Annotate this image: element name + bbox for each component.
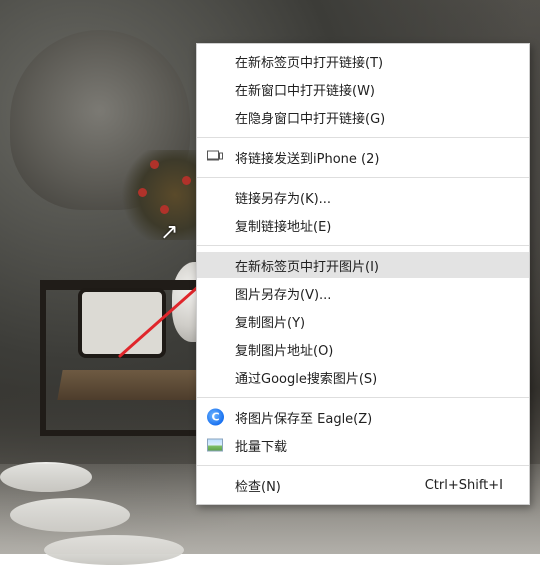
menu-item[interactable]: 复制链接地址(E) — [197, 212, 529, 238]
menu-item-label: 在隐身窗口中打开链接(G) — [235, 111, 386, 127]
menu-item[interactable]: 在新标签页中打开链接(T) — [197, 48, 529, 74]
menu-separator — [197, 137, 529, 138]
menu-item-label: 将图片保存至 Eagle(Z) — [235, 411, 373, 427]
menu-item-label: 批量下载 — [235, 439, 288, 455]
menu-item[interactable]: 复制图片(Y) — [197, 308, 529, 334]
menu-separator — [197, 465, 529, 466]
menu-item-label: 复制图片地址(O) — [235, 343, 334, 359]
menu-item-label: 将链接发送到iPhone (2) — [235, 151, 380, 167]
menu-item-label: 检查(N) — [235, 479, 281, 495]
menu-item[interactable]: C 将图片保存至 Eagle(Z) — [197, 404, 529, 430]
menu-item-shortcut: Ctrl+Shift+I — [424, 477, 503, 493]
menu-item[interactable]: 链接另存为(K)... — [197, 184, 529, 210]
menu-item[interactable]: 在新标签页中打开图片(I) — [197, 252, 529, 278]
menu-item-label: 图片另存为(V)... — [235, 287, 332, 303]
menu-item-label: 复制链接地址(E) — [235, 219, 332, 235]
menu-separator — [197, 397, 529, 398]
send-to-device-icon — [207, 150, 223, 165]
menu-separator — [197, 177, 529, 178]
image-download-icon — [207, 438, 223, 452]
menu-item[interactable]: 将链接发送到iPhone (2) — [197, 144, 529, 170]
menu-item[interactable]: 检查(N) Ctrl+Shift+I — [197, 472, 529, 498]
menu-item[interactable]: 通过Google搜索图片(S) — [197, 364, 529, 390]
menu-item-label: 复制图片(Y) — [235, 315, 306, 331]
context-menu: 在新标签页中打开链接(T) 在新窗口中打开链接(W) 在隐身窗口中打开链接(G) 将链… — [196, 43, 530, 505]
menu-separator — [197, 245, 529, 246]
menu-item[interactable]: 在隐身窗口中打开链接(G) — [197, 104, 529, 130]
menu-item[interactable]: 复制图片地址(O) — [197, 336, 529, 362]
menu-item[interactable]: 批量下载 — [197, 432, 529, 458]
menu-item-label: 通过Google搜索图片(S) — [235, 371, 378, 387]
menu-item-label: 在新标签页中打开图片(I) — [235, 259, 379, 275]
menu-item-label: 链接另存为(K)... — [235, 191, 332, 207]
eagle-icon: C — [207, 408, 224, 426]
menu-item-label: 在新标签页中打开链接(T) — [235, 55, 384, 71]
menu-item[interactable]: 在新窗口中打开链接(W) — [197, 76, 529, 102]
menu-item-label: 在新窗口中打开链接(W) — [235, 83, 375, 99]
menu-item[interactable]: 图片另存为(V)... — [197, 280, 529, 306]
